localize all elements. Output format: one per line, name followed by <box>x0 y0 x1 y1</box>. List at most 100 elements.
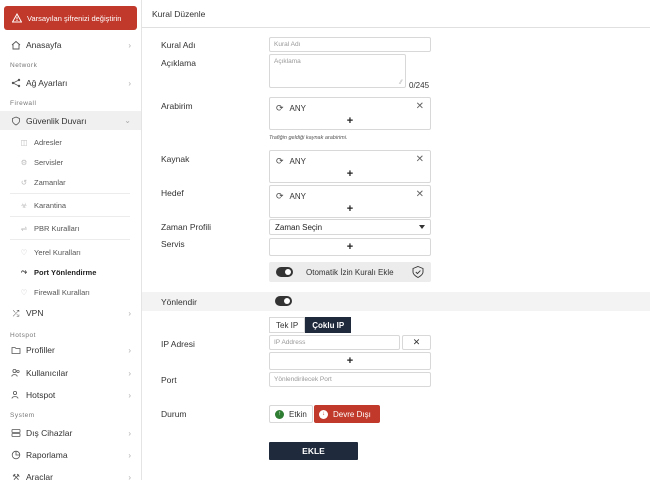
add-source-button[interactable]: + <box>270 168 430 180</box>
sidebar-item-label: Anasayfa <box>26 40 62 50</box>
sidebar-item-label: VPN <box>26 308 44 318</box>
sidebar-item-local-rules[interactable]: ♡ Yerel Kuralları <box>0 246 141 258</box>
chevron-right-icon: › <box>128 345 131 355</box>
add-service-button[interactable]: + <box>269 238 431 256</box>
sidebar-item-network-settings[interactable]: Ağ Ayarları › <box>0 76 141 90</box>
biohazard-icon: ☣ <box>20 200 28 210</box>
sidebar-item-profiles[interactable]: Profiller › <box>0 343 141 357</box>
folder-icon <box>10 344 22 356</box>
divider <box>10 216 130 217</box>
sidebar-item-hotspot[interactable]: Hotspot › <box>0 388 141 402</box>
sidebar-item-label: Güvenlik Duvarı <box>26 115 87 126</box>
sidebar-item-port-forwarding[interactable]: ⤳ Port Yönlendirme <box>0 266 141 278</box>
change-password-alert-button[interactable]: Varsayılan şifrenizi değiştirin <box>4 6 137 30</box>
close-icon[interactable]: ✕ <box>416 101 424 112</box>
sidebar-item-firewall-rules[interactable]: ♡ Firewall Kuralları <box>0 286 141 298</box>
destination-tag: ⟳ ANY <box>276 191 306 202</box>
refresh-icon: ⟳ <box>276 156 284 166</box>
arrow-down-icon: ↓ <box>319 409 328 419</box>
chevron-right-icon: › <box>128 40 131 50</box>
redirect-label: Yönlendir <box>161 297 197 307</box>
history-icon: ↺ <box>20 177 28 187</box>
shield-icon: ♡ <box>20 247 28 257</box>
sidebar-item-home[interactable]: Anasayfa › <box>0 38 141 52</box>
interface-tag: ⟳ ANY <box>276 103 306 114</box>
divider <box>10 239 130 240</box>
address-icon: ◫ <box>20 137 28 147</box>
add-ip-button[interactable]: + <box>269 352 431 370</box>
port-input[interactable]: Yönlendirilecek Port <box>269 372 431 387</box>
add-destination-button[interactable]: + <box>270 203 430 215</box>
divider <box>142 27 650 28</box>
ip-address-input[interactable]: IP Address <box>269 335 400 350</box>
sidebar-item-addresses[interactable]: ◫ Adresler <box>0 136 141 148</box>
destination-value: ANY <box>289 192 306 201</box>
users-icon <box>10 367 22 379</box>
section-label-hotspot: Hotspot <box>10 332 36 339</box>
sidebar-item-vpn[interactable]: ⤮ VPN › <box>0 306 141 320</box>
rule-name-input[interactable]: Kural Adı <box>269 37 431 52</box>
add-button[interactable]: EKLE <box>269 442 358 460</box>
shield-icon: ♡ <box>20 287 28 297</box>
remove-ip-button[interactable]: ✕ <box>402 335 431 350</box>
source-label: Kaynak <box>161 154 190 164</box>
sidebar-item-label: Araçlar <box>26 472 53 480</box>
time-profile-label: Zaman Profili <box>161 222 212 232</box>
report-icon <box>10 449 22 461</box>
description-textarea[interactable]: Açıklama <box>269 54 406 88</box>
sidebar-item-label: PBR Kuralları <box>34 223 80 233</box>
sidebar-item-label: Raporlama <box>26 450 68 460</box>
char-counter: 0/245 <box>409 81 430 90</box>
auto-allow-rule-row: Otomatik İzin Kuralı Ekle <box>269 262 431 282</box>
sidebar-item-quarantine[interactable]: ☣ Karantina <box>0 199 141 211</box>
shield-check-icon <box>411 265 425 279</box>
chevron-right-icon: › <box>128 368 131 378</box>
redirect-row: Yönlendir <box>142 292 650 311</box>
sidebar-item-label: Port Yönlendirme <box>34 267 97 277</box>
sidebar-item-tools[interactable]: ⚒ Araçlar › <box>0 470 141 480</box>
interface-select[interactable]: ⟳ ANY ✕ + <box>269 97 431 130</box>
warning-icon <box>12 13 22 23</box>
redirect-toggle[interactable] <box>275 296 292 306</box>
sidebar-item-label: Profiller <box>26 345 55 355</box>
single-ip-option[interactable]: Tek IP <box>269 317 306 333</box>
main-content: Kural Düzenle Kural Adı Kural Adı Açıkla… <box>142 0 650 480</box>
time-profile-select[interactable]: Zaman Seçin <box>269 219 431 235</box>
refresh-icon: ⟳ <box>276 191 284 201</box>
destination-select[interactable]: ⟳ ANY ✕ + <box>269 185 431 218</box>
source-value: ANY <box>289 157 306 166</box>
source-tag: ⟳ ANY <box>276 156 306 167</box>
multi-ip-option[interactable]: Çoklu IP <box>305 317 352 333</box>
auto-allow-toggle[interactable] <box>276 267 293 277</box>
status-enabled-button[interactable]: ↑ Etkin <box>269 405 313 423</box>
gear-icon: ⚙ <box>20 157 28 167</box>
sidebar-item-schedules[interactable]: ↺ Zamanlar <box>0 176 141 188</box>
section-label-firewall: Firewall <box>10 100 37 107</box>
status-disabled-button[interactable]: ↓ Devre Dışı <box>314 405 380 423</box>
sidebar-item-reporting[interactable]: Raporlama › <box>0 448 141 462</box>
ip-mode-toggle: Tek IP Çoklu IP <box>269 317 352 333</box>
source-select[interactable]: ⟳ ANY ✕ + <box>269 150 431 183</box>
sidebar-item-services[interactable]: ⚙ Servisler <box>0 156 141 168</box>
rule-name-label: Kural Adı <box>161 40 196 50</box>
server-icon <box>10 427 22 439</box>
destination-label: Hedef <box>161 188 184 198</box>
sidebar-item-label: Ağ Ayarları <box>26 78 68 88</box>
interface-hint: Trafiğin geldiği kaynak arabirimi. <box>269 135 348 141</box>
time-profile-value: Zaman Seçin <box>275 222 323 232</box>
close-icon[interactable]: ✕ <box>416 154 424 165</box>
section-label-network: Network <box>10 62 38 69</box>
sidebar-item-firewall[interactable]: Güvenlik Duvarı ⌄ <box>0 111 141 130</box>
resize-handle-icon[interactable]: ⁄⁄ <box>400 80 402 86</box>
page-title: Kural Düzenle <box>152 9 206 19</box>
interface-value: ANY <box>289 104 306 113</box>
sidebar-item-external-devices[interactable]: Dış Cihazlar › <box>0 426 141 440</box>
chevron-right-icon: › <box>128 450 131 460</box>
arrow-up-icon: ↑ <box>275 409 284 419</box>
add-interface-button[interactable]: + <box>270 115 430 127</box>
close-icon[interactable]: ✕ <box>416 189 424 200</box>
sidebar-item-users[interactable]: Kullanıcılar › <box>0 366 141 380</box>
chevron-right-icon: › <box>128 472 131 480</box>
sidebar-item-pbr-rules[interactable]: ⇌ PBR Kuralları <box>0 222 141 234</box>
refresh-icon: ⟳ <box>276 103 284 113</box>
